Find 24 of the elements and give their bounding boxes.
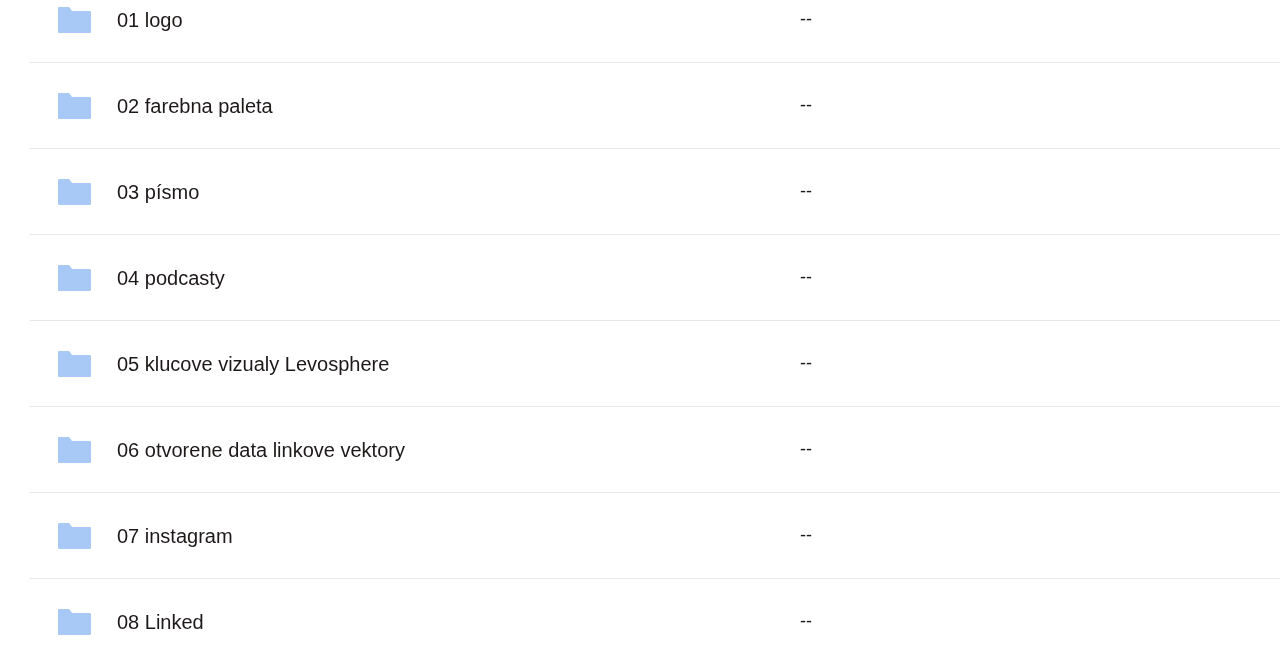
folder-icon	[58, 522, 91, 549]
folder-name[interactable]: 02 farebna paleta	[117, 90, 800, 121]
folder-name[interactable]: 08 Linked	[117, 606, 800, 637]
modified-cell-text: --	[800, 352, 812, 375]
folder-icon	[58, 436, 91, 463]
modified-cell-text: --	[800, 8, 812, 31]
folder-name[interactable]: 04 podcasty	[117, 262, 800, 293]
modified-cell-text: --	[800, 266, 812, 289]
folder-icon	[58, 264, 91, 291]
modified-cell-text: --	[800, 610, 812, 633]
folder-icon	[58, 178, 91, 205]
modified-cell-text: --	[800, 438, 812, 461]
folder-name[interactable]: 03 písmo	[117, 176, 800, 207]
folder-icon	[58, 350, 91, 377]
folder-icon	[58, 92, 91, 119]
modified-cell-text: --	[800, 180, 812, 203]
modified-cell-text: --	[800, 524, 812, 547]
folder-icon	[58, 608, 91, 635]
folder-name[interactable]: 07 instagram	[117, 520, 800, 551]
folder-name[interactable]: 06 otvorene data linkove vektory	[117, 434, 800, 465]
folder-icon	[58, 6, 91, 33]
folder-name[interactable]: 05 klucove vizualy Levosphere	[117, 348, 800, 379]
modified-cell-text: --	[800, 94, 812, 117]
folder-name[interactable]: 01 logo	[117, 4, 800, 35]
